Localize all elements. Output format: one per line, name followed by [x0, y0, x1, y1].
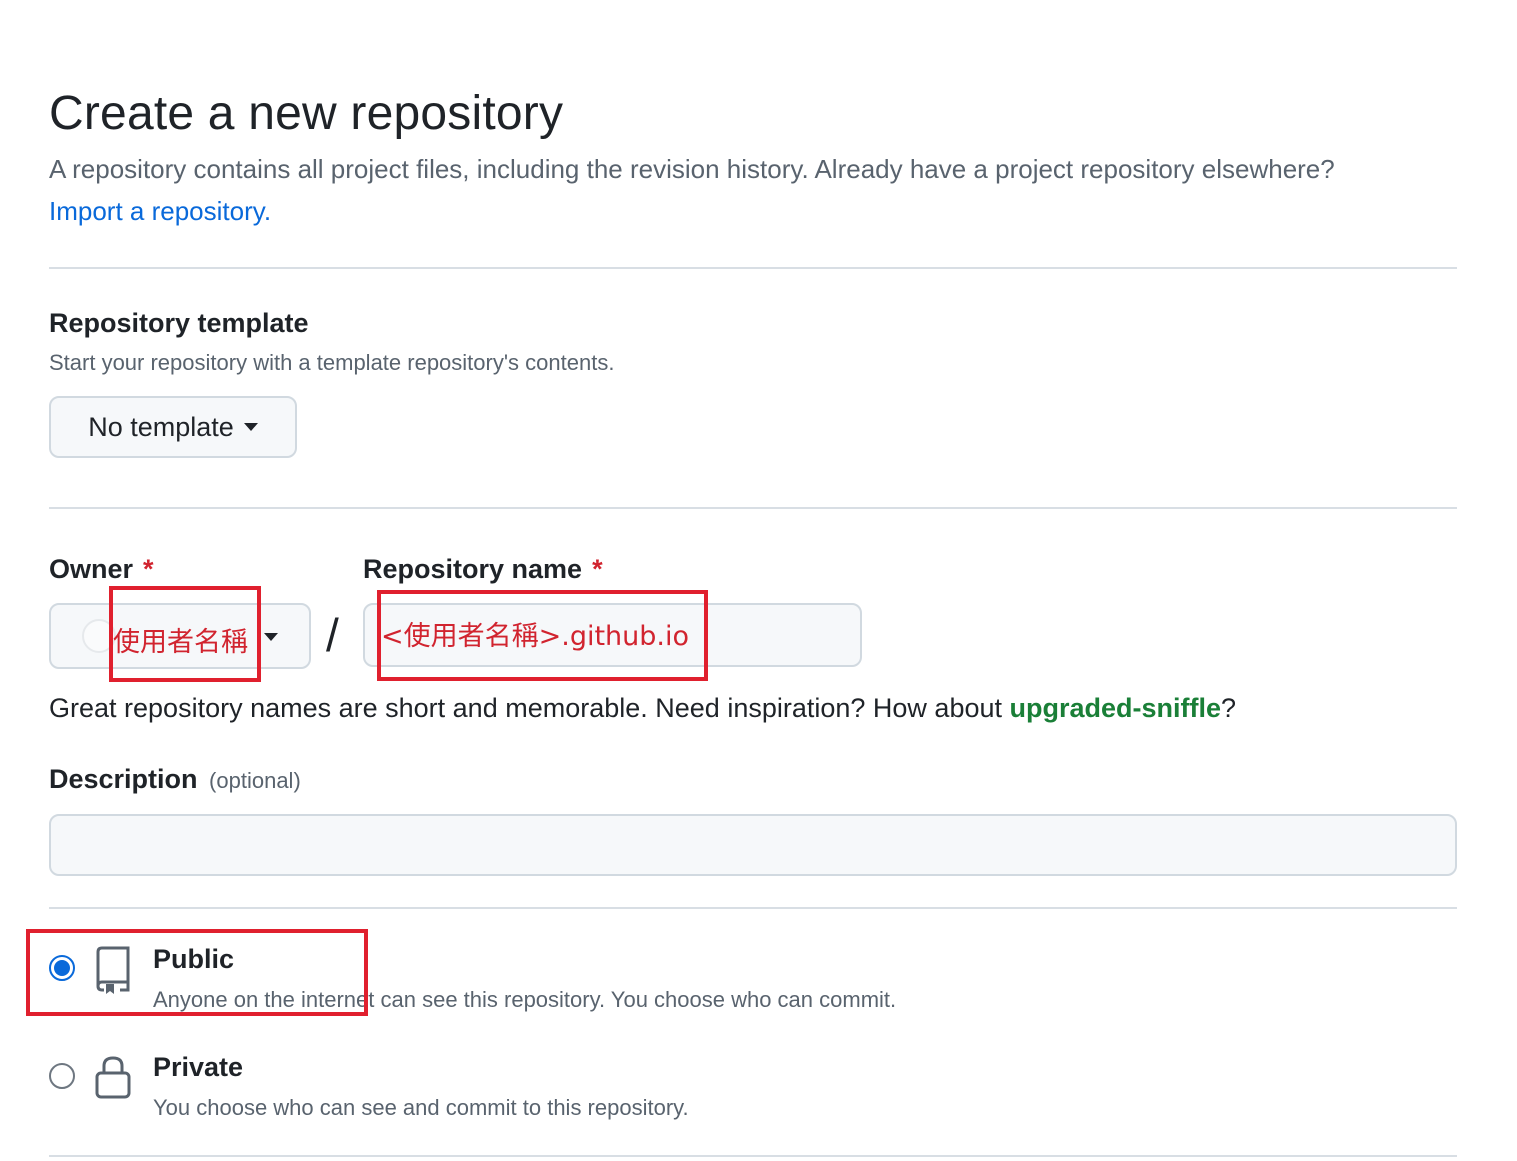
- private-radio[interactable]: [49, 1063, 75, 1089]
- divider: [49, 507, 1457, 509]
- description-input[interactable]: [49, 814, 1457, 876]
- page-title: Create a new repository: [49, 87, 564, 140]
- required-mark: *: [143, 554, 154, 584]
- template-note: Start your repository with a template re…: [49, 350, 615, 375]
- hint-text: Great repository names are short and mem…: [49, 693, 1010, 723]
- suggested-name-link[interactable]: upgraded-sniffle: [1010, 693, 1222, 723]
- owner-repo-separator: /: [326, 609, 339, 661]
- triangle-down-icon: [243, 423, 258, 431]
- owner-label-text: Owner: [49, 554, 134, 584]
- annotation-box-repo-name: [377, 590, 708, 681]
- divider: [49, 907, 1457, 909]
- description-label-text: Description: [49, 764, 198, 794]
- divider: [49, 267, 1457, 269]
- private-title: Private: [153, 1052, 244, 1082]
- required-mark: *: [592, 554, 603, 584]
- annotation-box-owner: [109, 586, 261, 682]
- new-repository-page: Create a new repository A repository con…: [0, 0, 1517, 1161]
- lock-icon: [95, 1056, 131, 1099]
- description-label: Description (optional): [49, 764, 301, 795]
- template-label: Repository template: [49, 308, 309, 338]
- owner-label: Owner *: [49, 554, 154, 585]
- optional-tag: (optional): [209, 768, 301, 793]
- hint-suffix: ?: [1221, 693, 1237, 723]
- repo-name-label-text: Repository name: [363, 554, 583, 584]
- private-note: You choose who can see and commit to thi…: [153, 1095, 689, 1120]
- repo-name-hint: Great repository names are short and mem…: [49, 693, 1236, 724]
- page-subtitle: A repository contains all project files,…: [49, 154, 1335, 184]
- import-repository-link[interactable]: Import a repository.: [49, 196, 271, 227]
- triangle-down-icon: [264, 633, 278, 641]
- divider: [49, 1155, 1457, 1157]
- annotation-box-public: [26, 929, 368, 1016]
- template-dropdown-button[interactable]: No template: [49, 396, 297, 458]
- repo-name-label: Repository name *: [363, 554, 603, 585]
- template-selected-label: No template: [88, 411, 234, 442]
